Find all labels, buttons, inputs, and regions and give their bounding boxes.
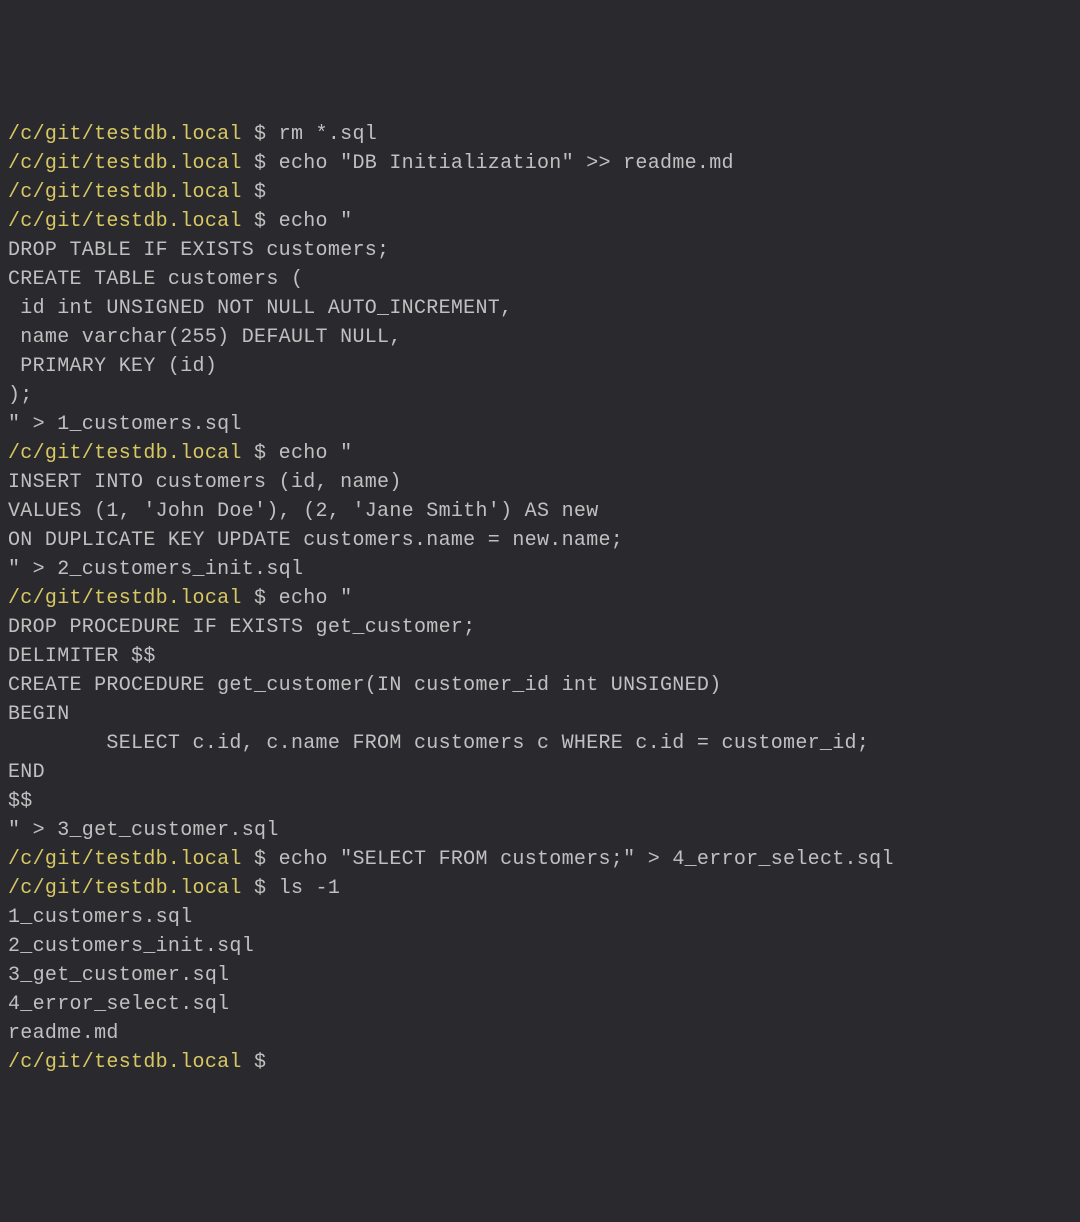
terminal-line: " > 2_customers_init.sql <box>8 555 1072 584</box>
terminal-line: /c/git/testdb.local $ rm *.sql <box>8 120 1072 149</box>
output-text: " > 2_customers_init.sql <box>8 558 303 581</box>
output-text: 1_customers.sql <box>8 906 193 929</box>
output-text: " > 1_customers.sql <box>8 413 242 436</box>
output-text: name varchar(255) DEFAULT NULL, <box>8 326 402 349</box>
output-text: 4_error_select.sql <box>8 993 229 1016</box>
terminal-line: readme.md <box>8 1019 1072 1048</box>
terminal-line: DROP PROCEDURE IF EXISTS get_customer; <box>8 613 1072 642</box>
terminal-line: 1_customers.sql <box>8 903 1072 932</box>
output-text: SELECT c.id, c.name FROM customers c WHE… <box>8 732 869 755</box>
terminal-viewport[interactable]: /c/git/testdb.local $ rm *.sql/c/git/tes… <box>8 120 1072 1077</box>
output-text: ON DUPLICATE KEY UPDATE customers.name =… <box>8 529 623 552</box>
prompt-dollar: $ <box>242 442 279 465</box>
terminal-line: END <box>8 758 1072 787</box>
terminal-line: /c/git/testdb.local $ echo " <box>8 439 1072 468</box>
terminal-line: /c/git/testdb.local $ ls -1 <box>8 874 1072 903</box>
terminal-line: /c/git/testdb.local $ echo " <box>8 207 1072 236</box>
prompt-dollar: $ <box>242 152 279 175</box>
terminal-line: INSERT INTO customers (id, name) <box>8 468 1072 497</box>
output-text: DELIMITER $$ <box>8 645 156 668</box>
prompt-path: /c/git/testdb.local <box>8 848 242 871</box>
terminal-line: /c/git/testdb.local $ <box>8 178 1072 207</box>
output-text: 3_get_customer.sql <box>8 964 229 987</box>
prompt-path: /c/git/testdb.local <box>8 877 242 900</box>
terminal-line: PRIMARY KEY (id) <box>8 352 1072 381</box>
terminal-line: " > 1_customers.sql <box>8 410 1072 439</box>
output-text: readme.md <box>8 1022 119 1045</box>
output-text: PRIMARY KEY (id) <box>8 355 217 378</box>
output-text: ); <box>8 384 33 407</box>
output-text: CREATE TABLE customers ( <box>8 268 303 291</box>
command-text: echo " <box>279 210 353 233</box>
terminal-line: 3_get_customer.sql <box>8 961 1072 990</box>
terminal-line: name varchar(255) DEFAULT NULL, <box>8 323 1072 352</box>
terminal-line: $$ <box>8 787 1072 816</box>
terminal-line: /c/git/testdb.local $ echo "SELECT FROM … <box>8 845 1072 874</box>
output-text: DROP PROCEDURE IF EXISTS get_customer; <box>8 616 475 639</box>
terminal-line: 2_customers_init.sql <box>8 932 1072 961</box>
terminal-line: " > 3_get_customer.sql <box>8 816 1072 845</box>
command-text: echo "SELECT FROM customers;" > 4_error_… <box>279 848 894 871</box>
command-text: rm *.sql <box>279 123 377 146</box>
output-text: id int UNSIGNED NOT NULL AUTO_INCREMENT, <box>8 297 512 320</box>
prompt-path: /c/git/testdb.local <box>8 1051 242 1074</box>
prompt-path: /c/git/testdb.local <box>8 587 242 610</box>
terminal-line: /c/git/testdb.local $ echo "DB Initializ… <box>8 149 1072 178</box>
terminal-line: DELIMITER $$ <box>8 642 1072 671</box>
terminal-line: /c/git/testdb.local $ <box>8 1048 1072 1077</box>
prompt-dollar: $ <box>242 848 279 871</box>
command-text: echo "DB Initialization" >> readme.md <box>279 152 734 175</box>
output-text: 2_customers_init.sql <box>8 935 254 958</box>
terminal-line: CREATE PROCEDURE get_customer(IN custome… <box>8 671 1072 700</box>
terminal-line: 4_error_select.sql <box>8 990 1072 1019</box>
output-text: END <box>8 761 45 784</box>
output-text: CREATE PROCEDURE get_customer(IN custome… <box>8 674 722 697</box>
prompt-path: /c/git/testdb.local <box>8 123 242 146</box>
prompt-dollar: $ <box>242 210 279 233</box>
prompt-path: /c/git/testdb.local <box>8 210 242 233</box>
prompt-path: /c/git/testdb.local <box>8 442 242 465</box>
output-text: BEGIN <box>8 703 70 726</box>
command-text: ls -1 <box>279 877 341 900</box>
terminal-line: VALUES (1, 'John Doe'), (2, 'Jane Smith'… <box>8 497 1072 526</box>
terminal-line: CREATE TABLE customers ( <box>8 265 1072 294</box>
prompt-dollar: $ <box>242 181 279 204</box>
prompt-dollar: $ <box>242 123 279 146</box>
terminal-line: DROP TABLE IF EXISTS customers; <box>8 236 1072 265</box>
command-text: echo " <box>279 442 353 465</box>
terminal-line: id int UNSIGNED NOT NULL AUTO_INCREMENT, <box>8 294 1072 323</box>
terminal-line: ON DUPLICATE KEY UPDATE customers.name =… <box>8 526 1072 555</box>
output-text: VALUES (1, 'John Doe'), (2, 'Jane Smith'… <box>8 500 599 523</box>
output-text: DROP TABLE IF EXISTS customers; <box>8 239 389 262</box>
terminal-line: SELECT c.id, c.name FROM customers c WHE… <box>8 729 1072 758</box>
prompt-dollar: $ <box>242 877 279 900</box>
output-text: $$ <box>8 790 33 813</box>
output-text: INSERT INTO customers (id, name) <box>8 471 402 494</box>
prompt-dollar: $ <box>242 1051 279 1074</box>
terminal-line: ); <box>8 381 1072 410</box>
terminal-line: /c/git/testdb.local $ echo " <box>8 584 1072 613</box>
output-text: " > 3_get_customer.sql <box>8 819 279 842</box>
prompt-path: /c/git/testdb.local <box>8 181 242 204</box>
command-text: echo " <box>279 587 353 610</box>
terminal-line: BEGIN <box>8 700 1072 729</box>
prompt-dollar: $ <box>242 587 279 610</box>
prompt-path: /c/git/testdb.local <box>8 152 242 175</box>
